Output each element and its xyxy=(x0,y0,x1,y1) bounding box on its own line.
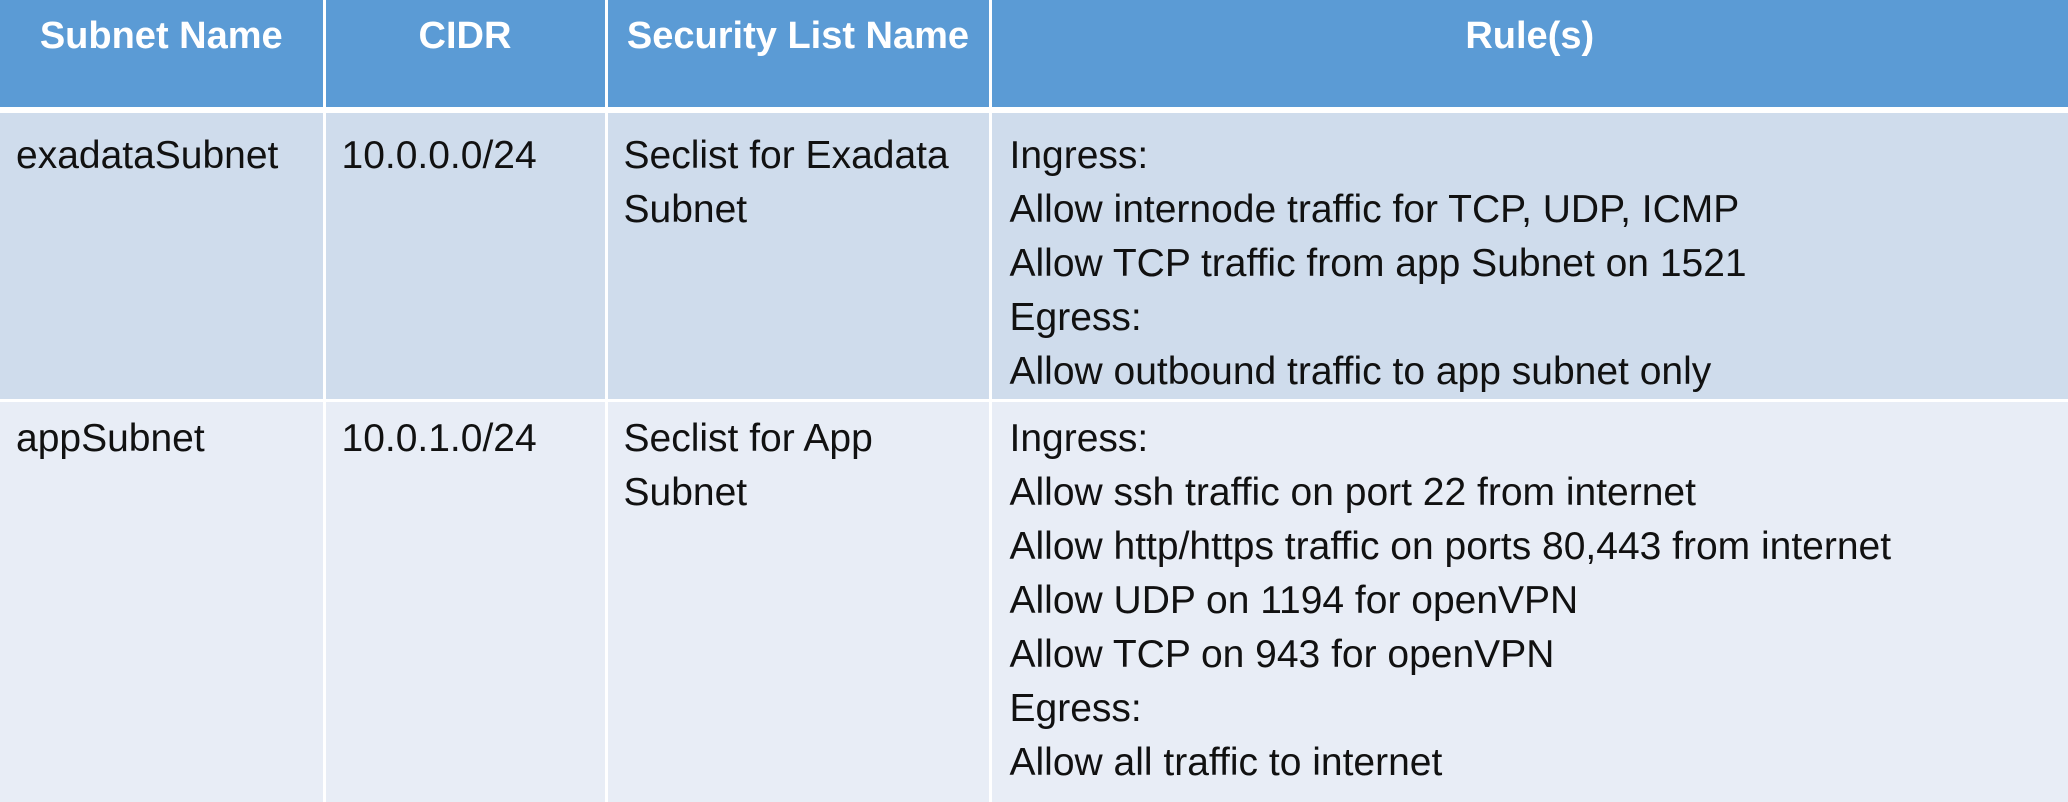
rule-line: Egress: xyxy=(1009,296,1142,339)
rule-line: Allow TCP traffic from app Subnet on 152… xyxy=(1009,242,1747,285)
cidr-cell: 10.0.1.0/24 xyxy=(324,400,608,802)
rule-line: Allow UDP on 1194 for openVPN xyxy=(1009,579,1579,622)
rule-line: Allow http/https traffic on ports 80,443… xyxy=(1009,525,1892,568)
rule-line: Allow outbound traffic to app subnet onl… xyxy=(1009,350,1712,393)
rule-line: Allow ssh traffic on port 22 from intern… xyxy=(1009,471,1696,514)
security-list-name-cell: Seclist for Exadata Subnet xyxy=(606,110,992,402)
column-header-security-list-name: Security List Name xyxy=(606,0,992,113)
column-header-subnet-name: Subnet Name xyxy=(0,0,326,113)
rules-cell: Ingress: Allow ssh traffic on port 22 fr… xyxy=(990,400,2068,802)
subnet-security-table: Subnet Name CIDR Security List Name Rule… xyxy=(0,0,2068,802)
table-header-row: Subnet Name CIDR Security List Name Rule… xyxy=(0,0,2068,113)
cidr-cell: 10.0.0.0/24 xyxy=(324,110,608,402)
rules-cell: Ingress: Allow internode traffic for TCP… xyxy=(990,110,2068,402)
subnet-name-cell: appSubnet xyxy=(0,400,326,802)
column-header-cidr: CIDR xyxy=(324,0,608,113)
table-row: exadataSubnet 10.0.0.0/24 Seclist for Ex… xyxy=(0,110,2068,402)
table-row: appSubnet 10.0.1.0/24 Seclist for App Su… xyxy=(0,400,2068,802)
subnet-security-table-container: Subnet Name CIDR Security List Name Rule… xyxy=(0,0,2068,802)
rule-line: Egress: xyxy=(1009,687,1142,730)
column-header-rules: Rule(s) xyxy=(990,0,2068,113)
rule-line: Ingress: xyxy=(1009,134,1149,177)
rule-line: Ingress: xyxy=(1009,417,1149,460)
rule-line: Allow internode traffic for TCP, UDP, IC… xyxy=(1009,188,1740,231)
security-list-name-cell: Seclist for App Subnet xyxy=(606,400,992,802)
rule-line: Allow TCP on 943 for openVPN xyxy=(1009,633,1555,676)
rule-line: Allow all traffic to internet xyxy=(1009,741,1443,784)
subnet-name-cell: exadataSubnet xyxy=(0,110,326,402)
